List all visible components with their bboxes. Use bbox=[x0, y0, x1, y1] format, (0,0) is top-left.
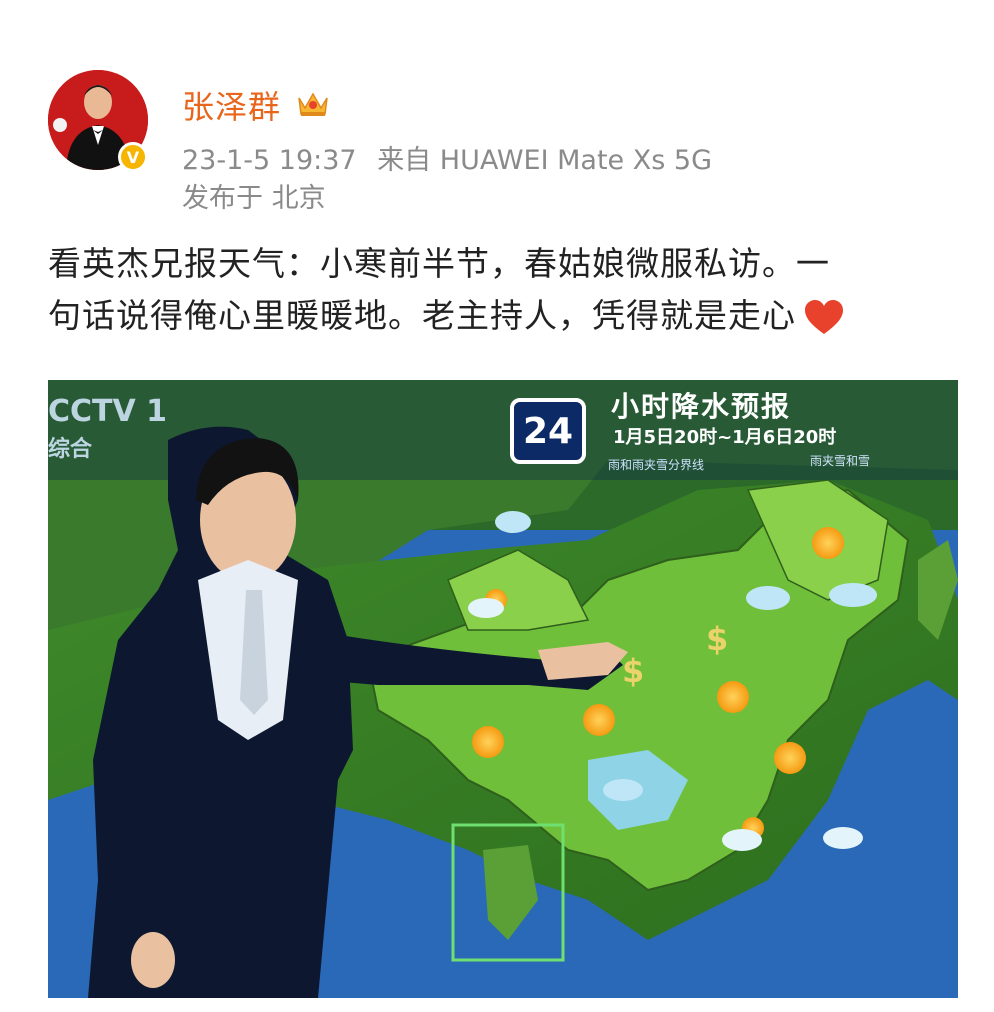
svg-text:$: $ bbox=[706, 620, 728, 658]
crown-icon bbox=[298, 92, 328, 116]
forecast-title: 小时降水预报 bbox=[611, 390, 792, 423]
post-header: V 张泽群 23-1-5 19:37 来自 HUAWEI Mate Xs 5G … bbox=[48, 70, 948, 214]
post-text: 看英杰兄报天气：小寒前半节，春姑娘微服私访。一 句话说得俺心里暖暖地。老主持人，… bbox=[48, 238, 948, 342]
post-source: 来自 HUAWEI Mate Xs 5G bbox=[377, 145, 712, 176]
verified-icon: V bbox=[118, 142, 148, 172]
author-name[interactable]: 张泽群 bbox=[182, 82, 281, 128]
legend-rain-sleet: 雨和雨夹雪分界线 bbox=[608, 458, 705, 472]
post-timestamp: 23-1-5 19:37 bbox=[182, 145, 357, 176]
legend-sleet-snow: 雨夹雪和雪 bbox=[810, 454, 871, 468]
post-text-line-1: 看英杰兄报天气：小寒前半节，春姑娘微服私访。一 bbox=[48, 244, 830, 283]
post-text-line-2: 句话说得俺心里暖暖地。老主持人，凭得就是走心 bbox=[48, 290, 948, 342]
heart-icon bbox=[805, 299, 843, 334]
hours-badge: 24 bbox=[510, 398, 586, 464]
svg-text:$: $ bbox=[622, 652, 644, 690]
post-meta: 23-1-5 19:37 来自 HUAWEI Mate Xs 5G bbox=[182, 138, 712, 177]
channel-logo-text: CCTV 1 bbox=[48, 394, 168, 429]
post-image[interactable]: $ $ CCTV 1 综合 24 小时降水预报 1月5日20时~1月6日20时 … bbox=[48, 380, 958, 998]
channel-logo: CCTV 1 综合 bbox=[48, 394, 167, 464]
post-text-line-2-content: 句话说得俺心里暖暖地。老主持人，凭得就是走心 bbox=[48, 296, 796, 335]
channel-sub-text: 综合 bbox=[48, 437, 93, 462]
post-location: 发布于 北京 bbox=[182, 183, 326, 214]
forecast-time-range: 1月5日20时~1月6日20时 bbox=[613, 427, 837, 448]
weather-map: $ $ bbox=[48, 380, 958, 998]
